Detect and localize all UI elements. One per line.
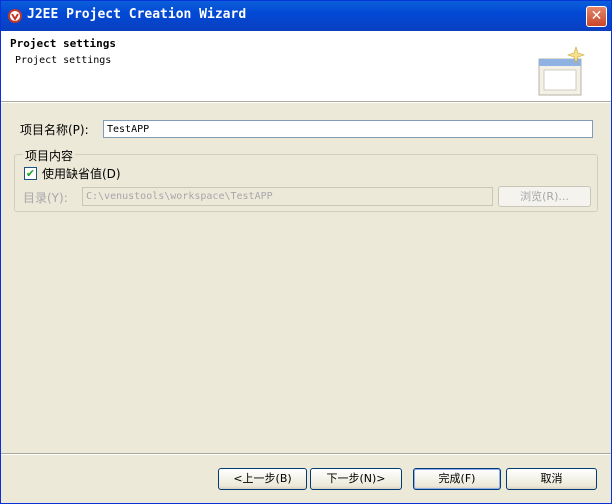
wizard-banner-icon: [538, 46, 585, 96]
close-icon: ✕: [590, 8, 603, 24]
title-bar[interactable]: J2EE Project Creation Wizard ✕: [1, 1, 611, 31]
header-description: Project settings: [15, 55, 112, 66]
header-separator: [1, 101, 611, 103]
app-icon: [8, 9, 22, 23]
header-title: Project settings: [10, 37, 116, 50]
wizard-header: Project settings Project settings: [1, 31, 611, 101]
checkmark-icon: ✔: [25, 167, 36, 180]
project-content-group-label: 项目内容: [23, 147, 76, 164]
project-name-label: 项目名称(P):: [20, 123, 89, 137]
window-title: J2EE Project Creation Wizard: [27, 7, 247, 22]
finish-button[interactable]: 完成(F): [413, 468, 501, 490]
use-default-label[interactable]: 使用缺省值(D): [42, 165, 121, 182]
use-default-checkbox[interactable]: ✔: [24, 167, 37, 180]
back-button[interactable]: <上一步(B): [218, 468, 307, 490]
browse-button[interactable]: 浏览(R)...: [498, 186, 591, 207]
directory-input[interactable]: C:\venustools\workspace\TestAPP: [82, 187, 493, 206]
directory-label: 目录(Y):: [23, 191, 68, 205]
wizard-window: J2EE Project Creation Wizard ✕ Project s…: [0, 0, 612, 504]
cancel-button[interactable]: 取消: [506, 468, 597, 490]
project-name-input[interactable]: TestAPP: [103, 120, 593, 138]
footer-separator: [1, 453, 611, 455]
close-button[interactable]: ✕: [586, 6, 607, 27]
next-button[interactable]: 下一步(N)>: [310, 468, 402, 490]
